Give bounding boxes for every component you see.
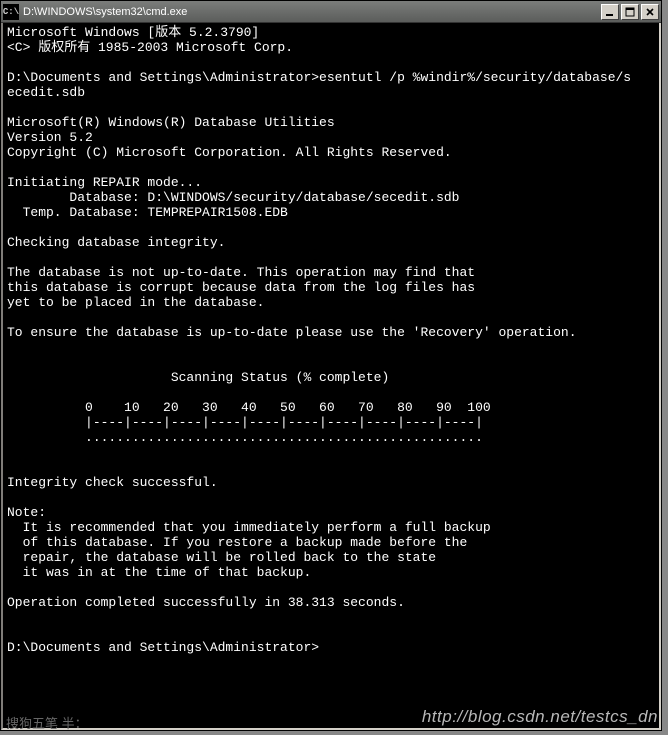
- console-line: To ensure the database is up-to-date ple…: [7, 325, 655, 340]
- console-line: It is recommended that you immediately p…: [7, 520, 655, 535]
- watermark-text: http://blog.csdn.net/testcs_dn: [422, 707, 658, 727]
- titlebar[interactable]: C:\ D:\WINDOWS\system32\cmd.exe: [1, 1, 661, 23]
- maximize-button[interactable]: [621, 4, 639, 20]
- console-line: Database: D:\WINDOWS/security/database/s…: [7, 190, 655, 205]
- console-line: 0 10 20 30 40 50 60 70 80 90 100: [7, 400, 655, 415]
- close-button[interactable]: [641, 4, 659, 20]
- console-line: [7, 385, 655, 400]
- console-line: Initiating REPAIR mode...: [7, 175, 655, 190]
- app-icon: C:\: [3, 4, 19, 20]
- console-line: repair, the database will be rolled back…: [7, 550, 655, 565]
- console-line: D:\Documents and Settings\Administrator>…: [7, 70, 655, 85]
- console-line: Note:: [7, 505, 655, 520]
- console-line: [7, 340, 655, 355]
- console-line: [7, 610, 655, 625]
- console-output[interactable]: Microsoft Windows [版本 5.2.3790]<C> 版权所有 …: [1, 23, 661, 730]
- console-line: The database is not up-to-date. This ope…: [7, 265, 655, 280]
- ime-status: 搜狗五笔 半：: [6, 713, 88, 732]
- cmd-window: C:\ D:\WINDOWS\system32\cmd.exe Microsof…: [0, 0, 662, 731]
- console-line: of this database. If you restore a backu…: [7, 535, 655, 550]
- console-line: [7, 460, 655, 475]
- console-line: [7, 445, 655, 460]
- console-line: Microsoft Windows [版本 5.2.3790]: [7, 25, 655, 40]
- console-line: ecedit.sdb: [7, 85, 655, 100]
- console-line: |----|----|----|----|----|----|----|----…: [7, 415, 655, 430]
- console-line: Scanning Status (% complete): [7, 370, 655, 385]
- window-title: D:\WINDOWS\system32\cmd.exe: [23, 6, 601, 18]
- console-line: [7, 220, 655, 235]
- console-line: ........................................…: [7, 430, 655, 445]
- console-line: <C> 版权所有 1985-2003 Microsoft Corp.: [7, 40, 655, 55]
- console-line: [7, 490, 655, 505]
- console-line: [7, 355, 655, 370]
- app-icon-label: C:\: [3, 7, 19, 17]
- console-line: [7, 55, 655, 70]
- minimize-button[interactable]: [601, 4, 619, 20]
- console-line: [7, 160, 655, 175]
- console-line: [7, 310, 655, 325]
- console-line: [7, 250, 655, 265]
- console-line: Copyright (C) Microsoft Corporation. All…: [7, 145, 655, 160]
- console-line: Version 5.2: [7, 130, 655, 145]
- console-line: [7, 625, 655, 640]
- console-line: [7, 580, 655, 595]
- console-line: Operation completed successfully in 38.3…: [7, 595, 655, 610]
- window-controls: [601, 4, 659, 20]
- console-line: [7, 100, 655, 115]
- console-line: yet to be placed in the database.: [7, 295, 655, 310]
- console-line: Checking database integrity.: [7, 235, 655, 250]
- console-line: Microsoft(R) Windows(R) Database Utiliti…: [7, 115, 655, 130]
- console-line: D:\Documents and Settings\Administrator>: [7, 640, 655, 655]
- console-line: Temp. Database: TEMPREPAIR1508.EDB: [7, 205, 655, 220]
- console-line: it was in at the time of that backup.: [7, 565, 655, 580]
- console-line: this database is corrupt because data fr…: [7, 280, 655, 295]
- console-line: Integrity check successful.: [7, 475, 655, 490]
